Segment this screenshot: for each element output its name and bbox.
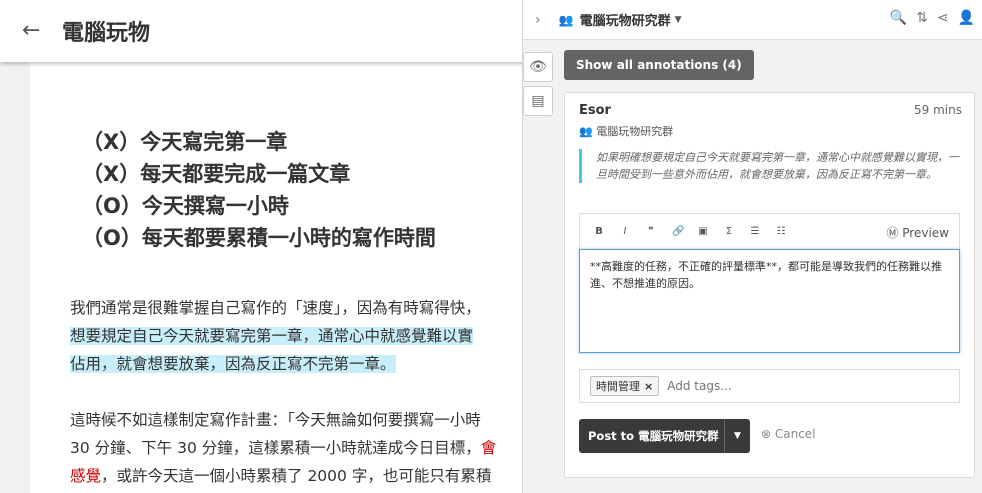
paragraph-text: ，或許今天這一個小時累積了 2000 字，也可能只有累積 [101, 467, 492, 485]
arrow-left-icon[interactable]: ← [22, 19, 46, 43]
quote-icon[interactable]: ❞ [646, 226, 656, 237]
caret-down-icon[interactable]: ▼ [675, 15, 682, 25]
sort-icon[interactable]: ⇅ [916, 10, 928, 26]
paragraph-line: 這時候不如這樣制定寫作計畫：「今天無論如何要撰寫一小時 [70, 411, 481, 429]
markdown-icon: Ⓜ [886, 226, 903, 240]
preview-button[interactable]: Ⓜ Preview [886, 224, 949, 241]
math-icon[interactable]: Σ [724, 226, 734, 237]
link-icon[interactable]: 🔗 [672, 226, 684, 237]
user-icon[interactable]: 👤 [958, 10, 975, 26]
annotation-quote: 如果明確想要規定自己今天就要寫完第一章，通常心中就感覺難以實現，一旦時間受到一些… [579, 149, 959, 183]
italic-icon[interactable]: I [620, 226, 630, 237]
tag-input[interactable] [667, 379, 868, 393]
article: （X）今天寫完第一章 （X）每天都要完成一篇文章 （O）今天撰寫一小時 （O）每… [30, 62, 530, 493]
highlighted-text[interactable]: 想要規定自己今天就要寫完第一章，通常心中就感覺難以實 [70, 327, 474, 345]
annotation-sidebar: › 👥 電腦玩物研究群 ▼ 🔍 ⇅ ⋖ 👤 👁 ▤ Show all annot… [522, 0, 982, 493]
tag-chip: 時間管理 × [590, 376, 660, 396]
cancel-button[interactable]: ⊗ Cancel [761, 427, 816, 441]
ordered-list-icon[interactable]: ☰ [750, 226, 760, 237]
paragraph-1: 我們通常是很難掌握自己寫作的「速度」，因為有時寫得快， 想要規定自己今天就要寫完… [70, 294, 481, 378]
chevron-right-icon[interactable]: › [535, 12, 541, 28]
show-all-annotations-button[interactable]: Show all annotations (4) [564, 50, 754, 80]
annotation-card: Esor 59 mins 👥 電腦玩物研究群 如果明確想要規定自己今天就要寫完第… [564, 92, 975, 478]
post-button-label[interactable]: Post to 電腦玩物研究群 [579, 428, 724, 444]
tags-field[interactable]: 時間管理 × [579, 369, 960, 403]
search-icon[interactable]: 🔍 [890, 10, 907, 26]
highlighted-text[interactable]: 佔用，就會想要放棄，因為反正寫不完第一章。 [70, 355, 396, 373]
annotation-textarea[interactable] [590, 258, 949, 344]
close-icon[interactable]: × [644, 380, 653, 393]
unordered-list-icon[interactable]: ☷ [776, 226, 786, 237]
paragraph-line: 我們通常是很難掌握自己寫作的「速度」，因為有時寫得快， [70, 299, 481, 317]
share-icon[interactable]: ⋖ [937, 10, 949, 26]
annotation-group-name: 電腦玩物研究群 [596, 125, 674, 138]
sidebar-topbar: › 👥 電腦玩物研究群 ▼ 🔍 ⇅ ⋖ 👤 [523, 0, 982, 40]
group-icon: 👥 [558, 12, 574, 27]
sidebar-tools: 🔍 ⇅ ⋖ 👤 [890, 10, 975, 26]
rule-item: （X）今天寫完第一章 [82, 130, 288, 154]
image-icon[interactable]: ▣ [698, 226, 708, 237]
bold-icon[interactable]: B [594, 226, 604, 237]
rule-item: （O）今天撰寫一小時 [82, 194, 289, 218]
paragraph-2: 這時候不如這樣制定寫作計畫：「今天無論如何要撰寫一小時 30 分鐘、下午 30 … [70, 406, 496, 490]
rule-item: （X）每天都要完成一篇文章 [82, 162, 351, 186]
editor-toolbar: B I ❞ 🔗 ▣ Σ ☰ ☷ Ⓜ Preview [579, 213, 960, 249]
red-text: 會 [480, 439, 497, 457]
annotation-author[interactable]: Esor [579, 103, 611, 118]
group-selector[interactable]: 電腦玩物研究群 [580, 10, 671, 29]
annotation-group: 👥 電腦玩物研究群 [579, 123, 673, 139]
eye-icon[interactable]: 👁 [523, 52, 553, 82]
rule-list: （X）今天寫完第一章 （X）每天都要完成一篇文章 （O）今天撰寫一小時 （O）每… [82, 126, 436, 254]
preview-label: Preview [902, 226, 949, 240]
page-header: ← 電腦玩物 [0, 0, 530, 62]
cancel-icon: ⊗ [761, 427, 775, 441]
tag-label: 時間管理 [596, 380, 640, 393]
caret-down-icon[interactable]: ▼ [725, 431, 750, 441]
rule-item: （O）每天都要累積一小時的寫作時間 [82, 226, 436, 250]
new-note-icon[interactable]: ▤ [523, 86, 553, 116]
post-button[interactable]: Post to 電腦玩物研究群 ▼ [579, 419, 750, 453]
cancel-label: Cancel [774, 427, 816, 441]
group-icon: 👥 [579, 125, 597, 138]
paragraph-text: 30 分鐘、下午 30 分鐘，這樣累積一小時就達成今日目標， [70, 439, 481, 457]
annotation-editor[interactable] [579, 249, 960, 353]
page-title: 電腦玩物 [62, 21, 151, 46]
annotation-time[interactable]: 59 mins [914, 103, 962, 117]
red-text: 感覺 [70, 467, 102, 485]
